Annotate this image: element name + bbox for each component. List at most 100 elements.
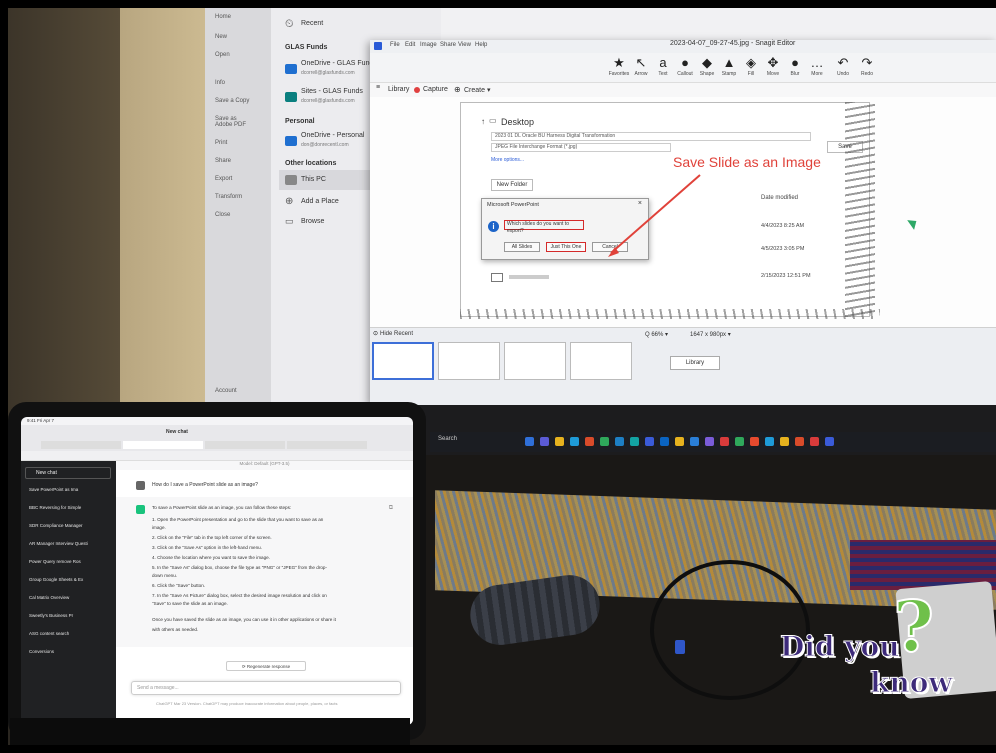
image-size-control[interactable]: 1647 x 980px ▾ xyxy=(690,331,731,338)
browser-tab[interactable] xyxy=(287,441,367,449)
place-onedrive-personal[interactable]: OneDrive - Personal xyxy=(301,132,364,139)
library-link[interactable]: Library xyxy=(388,86,409,93)
chat-history-item[interactable]: Power Query remove Ros xyxy=(29,559,81,564)
taskbar-icon[interactable] xyxy=(810,437,819,446)
nav-item[interactable]: Save as Adobe PDF xyxy=(215,116,255,128)
recent-thumbnail[interactable] xyxy=(372,342,434,380)
zoom-control[interactable]: Q 66% ▾ xyxy=(645,331,668,338)
tool-callout[interactable]: ● Callout xyxy=(674,55,696,77)
tool-stamp[interactable]: ▲ Stamp xyxy=(718,55,740,77)
nav-item[interactable]: Transform xyxy=(215,194,242,200)
taskbar-icon[interactable] xyxy=(825,437,834,446)
nav-item[interactable]: Share xyxy=(215,158,231,164)
taskbar-icon[interactable] xyxy=(690,437,699,446)
menu-view[interactable]: View xyxy=(458,42,471,48)
menu-image[interactable]: Image xyxy=(420,42,437,48)
nav-item[interactable]: Home xyxy=(215,14,231,20)
tool-redo[interactable]: ↷ Redo xyxy=(856,55,878,77)
nav-item[interactable]: Save a Copy xyxy=(215,98,249,104)
menu-file[interactable]: File xyxy=(390,42,400,48)
nav-item[interactable]: New xyxy=(215,34,227,40)
place-this-pc[interactable]: This PC xyxy=(301,176,326,183)
chat-history-item[interactable]: Conversions xyxy=(29,649,54,654)
place-email: don@donrecentl.com xyxy=(301,142,349,148)
menu-edit[interactable]: Edit xyxy=(405,42,415,48)
regenerate-button[interactable]: ⟳ Regenerate response xyxy=(226,661,306,671)
chat-history-item[interactable]: Save PowerPoint as Ima xyxy=(29,487,78,492)
nav-item[interactable]: Close xyxy=(215,212,230,218)
create-button[interactable]: Create ▾ xyxy=(464,86,490,94)
taskbar-icon[interactable] xyxy=(615,437,624,446)
taskbar-icon[interactable] xyxy=(540,437,549,446)
taskbar-icon[interactable] xyxy=(630,437,639,446)
recent-thumbnail[interactable] xyxy=(438,342,500,380)
browser-tab[interactable] xyxy=(123,441,203,449)
browser-tab[interactable] xyxy=(205,441,285,449)
taskbar-icon[interactable] xyxy=(585,437,594,446)
annotation-arrow[interactable] xyxy=(370,97,996,327)
taskbar-icon[interactable] xyxy=(795,437,804,446)
recent-thumbnail[interactable] xyxy=(504,342,566,380)
usb-adapter xyxy=(675,640,685,654)
taskbar-icon[interactable] xyxy=(780,437,789,446)
tool-favorites[interactable]: ★ Favorites xyxy=(608,55,630,77)
taskbar-icon[interactable] xyxy=(750,437,759,446)
place-recent[interactable]: Recent xyxy=(301,20,323,27)
taskbar-icon[interactable] xyxy=(570,437,579,446)
assistant-message: To save a PowerPoint slide as an image, … xyxy=(116,497,413,647)
taskbar-icon[interactable] xyxy=(705,437,714,446)
hide-recent-toggle[interactable]: Hide Recent xyxy=(380,331,413,337)
taskbar-icon[interactable] xyxy=(720,437,729,446)
chat-history-item[interactable]: SDR Compliance Manager xyxy=(29,523,83,528)
library-button[interactable]: Library xyxy=(670,356,720,370)
tool-text[interactable]: a Text xyxy=(652,55,674,77)
tool-more[interactable]: … More xyxy=(806,55,828,77)
chat-history-item[interactable]: BBC Reversing for Simple xyxy=(29,505,81,510)
taskbar-icon[interactable] xyxy=(660,437,669,446)
taskbar-icon[interactable] xyxy=(675,437,684,446)
menu-icon[interactable]: ≡ xyxy=(376,84,380,91)
tool-blur[interactable]: ● Blur xyxy=(784,55,806,77)
computer-icon xyxy=(285,175,297,185)
taskbar-icon[interactable] xyxy=(765,437,774,446)
chat-history-item[interactable]: ASG content search xyxy=(29,631,69,636)
chat-history-item[interactable]: Sweetly's Business Pr xyxy=(29,613,73,618)
tool-label: Undo xyxy=(837,71,849,77)
canvas-area[interactable]: ↑ ▭ Desktop 2023 01 DL Oracle BU Harness… xyxy=(370,97,996,327)
tool-undo[interactable]: ↶ Undo xyxy=(832,55,854,77)
chat-history-item[interactable]: Cal Matrix Overview xyxy=(29,595,69,600)
chat-history-item[interactable]: Group Google Sheets & Ex xyxy=(29,577,83,582)
nav-item[interactable]: Print xyxy=(215,140,227,146)
clock-icon: ⏲ xyxy=(285,18,294,30)
tool-fill[interactable]: ◈ Fill xyxy=(740,55,762,77)
message-input[interactable]: Send a message... xyxy=(131,681,401,695)
tool-label: Blur xyxy=(790,71,800,77)
capture-button[interactable]: Capture xyxy=(423,86,448,93)
browser-tab[interactable] xyxy=(41,441,121,449)
tool-arrow[interactable]: ↖ Arrow xyxy=(630,55,652,77)
menu-share[interactable]: Share xyxy=(440,42,456,48)
taskbar-icon[interactable] xyxy=(645,437,654,446)
answer-line: 2. Click on the "File" tab in the top le… xyxy=(152,535,272,540)
taskbar-icon[interactable] xyxy=(735,437,744,446)
place-browse[interactable]: Browse xyxy=(301,218,324,225)
copy-icon[interactable]: ⧉ xyxy=(389,505,393,512)
place-onedrive-org[interactable]: OneDrive - GLAS Funds xyxy=(301,60,377,67)
taskbar-search[interactable]: Search xyxy=(438,436,457,442)
taskbar-icon[interactable] xyxy=(600,437,609,446)
nav-item[interactable]: Export xyxy=(215,176,232,182)
recent-thumbnail[interactable] xyxy=(570,342,632,380)
chat-history-item[interactable]: AR Manager Interview Questi xyxy=(29,541,88,546)
new-chat-button[interactable]: New chat xyxy=(25,467,111,479)
place-add[interactable]: Add a Place xyxy=(301,198,339,205)
taskbar-icon[interactable] xyxy=(525,437,534,446)
tool-shape[interactable]: ◆ Shape xyxy=(696,55,718,77)
tool-move[interactable]: ✥ Move xyxy=(762,55,784,77)
move-icon: ✥ xyxy=(767,55,779,70)
menu-help[interactable]: Help xyxy=(475,42,487,48)
nav-item[interactable]: Info xyxy=(215,80,225,86)
taskbar-icon[interactable] xyxy=(555,437,564,446)
nav-item[interactable]: Open xyxy=(215,52,230,58)
nav-item[interactable]: Account xyxy=(215,388,237,394)
place-sites-org[interactable]: Sites - GLAS Funds xyxy=(301,88,363,95)
